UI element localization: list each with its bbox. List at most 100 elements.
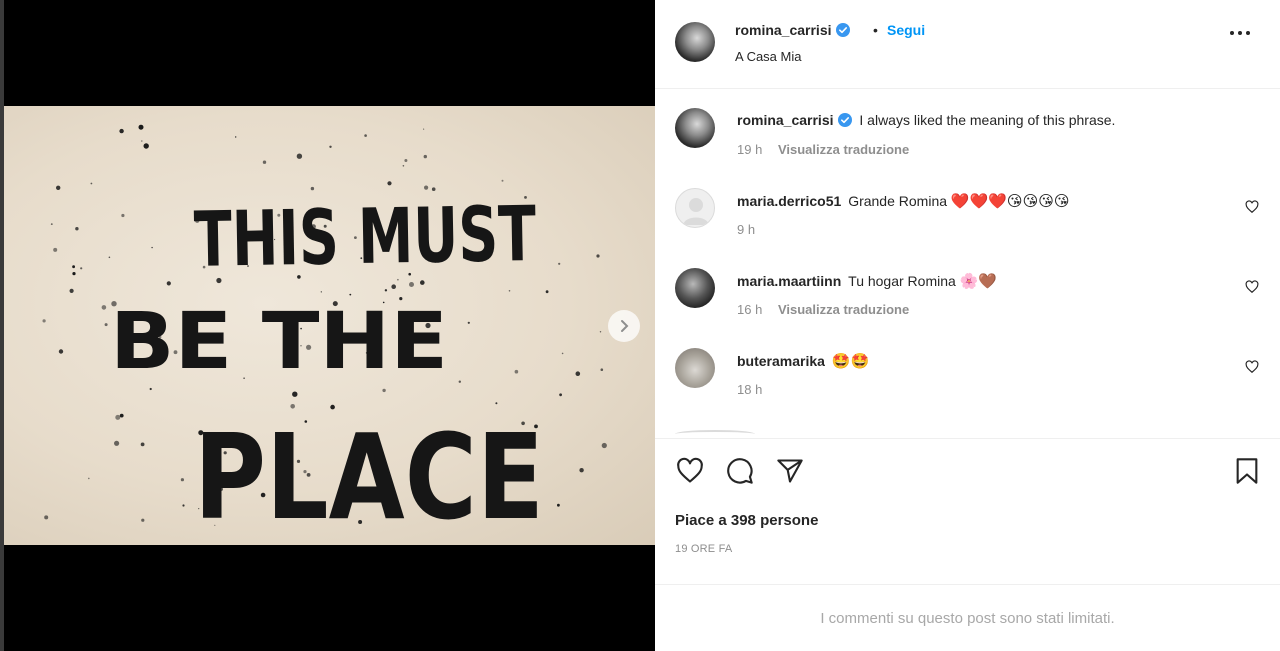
paint-splatter (384, 289, 388, 292)
comment-username[interactable]: buteramarika (737, 353, 825, 369)
paint-splatter (508, 290, 511, 292)
caption-text-row: romina_carrisi I always liked the meanin… (737, 112, 1115, 128)
paint-splatter (149, 387, 152, 391)
header-username[interactable]: romina_carrisi (735, 22, 832, 38)
paint-splatter (56, 185, 61, 190)
comment-username[interactable]: maria.maartiinn (737, 273, 841, 289)
paint-splatter (404, 159, 408, 162)
paint-splatter (72, 272, 76, 276)
comment-username[interactable]: maria.derrico51 (737, 193, 841, 209)
follow-button[interactable]: Segui (887, 22, 925, 38)
avatar[interactable] (675, 22, 715, 62)
paint-splatter (409, 282, 414, 287)
paint-splatter (50, 223, 53, 225)
separator-dot: • (873, 22, 878, 38)
location-link[interactable]: A Casa Mia (735, 49, 801, 64)
heart-icon[interactable] (1245, 280, 1259, 294)
paint-splatter (458, 380, 461, 383)
likes-count[interactable]: Piace a 398 persone (675, 512, 818, 529)
post-timestamp: 19 ORE FA (675, 543, 733, 555)
paint-splatter (391, 284, 397, 289)
translate-link[interactable]: Visualizza traduzione (778, 302, 909, 317)
avatar[interactable] (675, 108, 715, 148)
image-text-line-2: BE THE (110, 297, 448, 387)
paint-splatter (44, 515, 49, 520)
paint-splatter (329, 145, 332, 148)
paint-splatter (420, 280, 425, 285)
paint-splatter (69, 288, 74, 293)
header-user: romina_carrisi (735, 22, 850, 40)
paint-splatter (514, 369, 519, 374)
comments-list[interactable]: romina_carrisi I always liked the meanin… (655, 90, 1280, 438)
paint-splatter (296, 153, 303, 159)
comment-emoji: 🌸🤎 (959, 272, 998, 290)
heart-icon[interactable] (1245, 200, 1259, 214)
comment-text-row: maria.maartiinn Tu hogar Romina 🌸🤎 (737, 272, 997, 290)
caption: romina_carrisi I always liked the meanin… (655, 90, 1280, 160)
post-image[interactable]: THIS MUST BE THE PLACE (4, 106, 655, 545)
paint-splatter (166, 281, 171, 286)
next-slide-button[interactable] (608, 310, 640, 342)
paint-splatter (387, 181, 392, 186)
caption-text: I always liked the meaning of this phras… (859, 112, 1116, 128)
more-options-icon[interactable] (1229, 30, 1251, 36)
bookmark-icon[interactable] (1233, 457, 1261, 485)
paint-splatter (349, 293, 352, 296)
paint-splatter (467, 321, 470, 324)
paint-splatter (501, 179, 504, 182)
paint-splatter (600, 368, 604, 372)
paint-splatter (75, 227, 79, 231)
paint-splatter (80, 267, 83, 270)
post-actions: Piace a 398 persone 19 ORE FA (655, 438, 1280, 584)
caption-username[interactable]: romina_carrisi (737, 112, 834, 128)
paint-splatter (119, 128, 124, 134)
heart-icon[interactable] (1245, 360, 1259, 374)
share-icon[interactable] (775, 457, 805, 485)
comment-item: maria.maartiinn Tu hogar Romina 🌸🤎 16 h … (655, 250, 1280, 320)
paint-splatter (235, 136, 237, 138)
post-side-panel: romina_carrisi • Segui A Casa Mia romina… (655, 0, 1280, 651)
comment-item: buteramarika 🤩🤩 18 h (655, 330, 1280, 400)
paint-splatter (121, 213, 125, 218)
paint-splatter (114, 440, 120, 446)
paint-splatter (53, 247, 58, 252)
paint-splatter (423, 154, 427, 159)
image-text-line-3: PLACE (194, 408, 544, 545)
chevron-right-icon (621, 320, 629, 332)
comment-meta: 16 h Visualizza traduzione (737, 302, 909, 317)
post-header: romina_carrisi • Segui A Casa Mia (655, 0, 1280, 89)
paint-splatter (180, 478, 184, 482)
paint-splatter (545, 290, 549, 294)
paint-splatter (364, 134, 367, 137)
translate-link[interactable]: Visualizza traduzione (778, 142, 909, 157)
comment-meta: 18 h (737, 382, 762, 397)
paint-splatter (320, 291, 322, 293)
paint-splatter (140, 442, 145, 447)
paint-splatter (58, 349, 64, 354)
heart-icon[interactable] (675, 457, 705, 485)
post-media: THIS MUST BE THE PLACE (0, 0, 655, 651)
comment-text-row: maria.derrico51 Grande Romina ❤️❤️❤️😘😘😘😘 (737, 192, 1070, 210)
paint-splatter (138, 124, 144, 130)
paint-splatter (141, 140, 143, 142)
paint-splatter (424, 185, 429, 190)
avatar[interactable] (675, 268, 715, 308)
comment-text-row: buteramarika 🤩🤩 (737, 352, 869, 370)
paint-splatter (119, 413, 124, 418)
image-text-line-1: THIS MUST (193, 189, 537, 284)
paint-splatter (72, 265, 75, 269)
comment-emoji: ❤️❤️❤️😘😘😘😘 (950, 192, 1070, 210)
comment-time: 16 h (737, 302, 763, 317)
paint-splatter (575, 371, 581, 377)
verified-badge-icon (835, 23, 850, 37)
paint-splatter (88, 477, 90, 480)
paint-splatter (143, 143, 149, 149)
paint-splatter (42, 319, 46, 323)
comment-icon[interactable] (725, 457, 755, 485)
comment-time: 9 h (737, 222, 756, 237)
avatar[interactable] (675, 348, 715, 388)
paint-splatter (558, 262, 561, 265)
paint-splatter (101, 305, 107, 310)
avatar[interactable] (675, 188, 715, 228)
paint-splatter (599, 331, 602, 333)
